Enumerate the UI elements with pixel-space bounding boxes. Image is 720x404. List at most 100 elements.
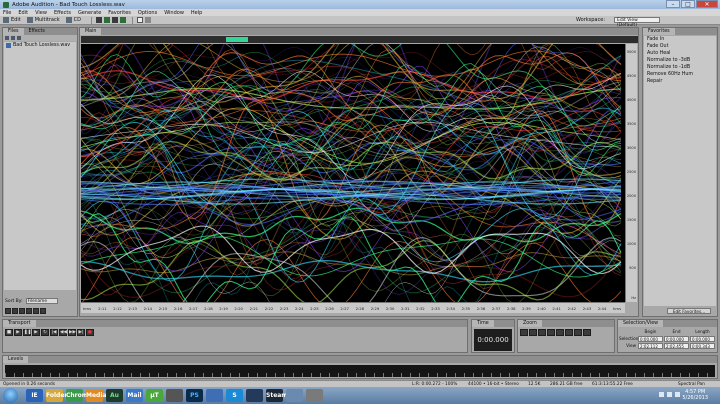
record-button[interactable]: ● xyxy=(86,329,94,336)
favorite-fade-out[interactable]: Fade Out xyxy=(644,43,716,50)
menu-file[interactable]: File xyxy=(3,10,11,16)
zoom-left-edge-icon[interactable] xyxy=(556,329,564,336)
phase-tool-icon[interactable] xyxy=(119,17,126,23)
tab-main[interactable]: Main xyxy=(80,28,102,35)
tab-transport[interactable]: Transport xyxy=(3,320,36,327)
mail-icon[interactable]: Mail xyxy=(126,389,143,402)
goto-start-button[interactable]: |◀ xyxy=(50,329,58,336)
app-icon-4[interactable] xyxy=(286,389,303,402)
taskbar-clock[interactable]: 4:57 PM 5/26/2013 xyxy=(682,389,708,401)
favorite-normalize-1db[interactable]: Normalize to -1dB xyxy=(644,64,716,71)
audition-taskbar-icon[interactable]: Au xyxy=(106,389,123,402)
cd-button[interactable]: CD xyxy=(74,17,81,23)
show-midi-icon[interactable] xyxy=(26,308,32,314)
sort-dropdown[interactable]: Filename xyxy=(25,298,58,304)
zoom-out-vertical-icon[interactable] xyxy=(583,329,591,336)
menu-generate[interactable]: Generate xyxy=(78,10,101,16)
menu-edit[interactable]: Edit xyxy=(18,10,28,16)
waveform-tool-icon[interactable] xyxy=(95,17,102,23)
favorite-remove-hum[interactable]: Remove 60Hz Hum xyxy=(644,71,716,78)
menu-view[interactable]: View xyxy=(35,10,47,16)
loop-button[interactable]: ↻ xyxy=(41,329,49,336)
overview-range-handle[interactable] xyxy=(226,37,248,42)
tray-flag-icon[interactable] xyxy=(675,392,680,397)
photoshop-icon[interactable]: PS xyxy=(186,389,203,402)
spectral-tool-icon[interactable] xyxy=(103,17,110,23)
time-selection-tool-icon[interactable] xyxy=(136,17,143,23)
zoom-out-horizontal-icon[interactable] xyxy=(529,329,537,336)
full-path-icon[interactable] xyxy=(40,308,46,314)
steam-icon[interactable]: Steam xyxy=(266,389,288,402)
play-to-end-button[interactable]: ▶ xyxy=(32,329,40,336)
start-button[interactable] xyxy=(3,388,18,403)
favorite-fade-in[interactable]: Fade In xyxy=(644,36,716,43)
zoom-to-selection-icon[interactable] xyxy=(547,329,555,336)
media-player-icon[interactable]: Media xyxy=(86,389,106,402)
tab-zoom[interactable]: Zoom xyxy=(518,320,542,327)
pan-tool-icon[interactable] xyxy=(111,17,118,23)
overview-bar[interactable] xyxy=(81,36,638,43)
view-end-field[interactable]: 2:02.455 xyxy=(664,342,689,349)
list-item[interactable]: Bad Touch Lossless.wav xyxy=(4,42,76,49)
tab-levels[interactable]: Levels xyxy=(3,356,29,363)
close-button[interactable]: ✕ xyxy=(696,0,718,8)
favorite-repair[interactable]: Repair xyxy=(644,78,716,85)
show-audio-icon[interactable] xyxy=(5,308,11,314)
menu-favorites[interactable]: Favorites xyxy=(108,10,131,16)
app-icon-3[interactable] xyxy=(246,389,263,402)
hand-tool-icon[interactable] xyxy=(144,17,151,23)
rewind-button[interactable]: ◀◀ xyxy=(59,329,67,336)
pause-button[interactable]: ❚❚ xyxy=(23,329,32,336)
goto-end-button[interactable]: ▶| xyxy=(77,329,85,336)
multitrack-button[interactable]: Multitrack xyxy=(35,17,60,23)
show-loop-icon[interactable] xyxy=(12,308,18,314)
favorite-normalize-3db[interactable]: Normalize to -3dB xyxy=(644,57,716,64)
chrome-icon[interactable]: Chrome xyxy=(66,389,92,402)
tab-favorites[interactable]: Favorites xyxy=(643,28,675,35)
close-file-icon[interactable] xyxy=(17,36,21,40)
utorrent-icon[interactable]: μT xyxy=(146,389,163,402)
frequency-scale[interactable]: Hz 5000 4500 4000 3500 3000 2500 2000 1500 1000 5… xyxy=(625,44,637,302)
app-icon-5[interactable] xyxy=(306,389,323,402)
internet-explorer-icon[interactable]: IE xyxy=(26,389,43,402)
zoom-out-full-icon[interactable] xyxy=(538,329,546,336)
folder-icon[interactable]: Folder xyxy=(46,389,67,402)
tab-files[interactable]: Files xyxy=(3,28,24,35)
open-file-icon[interactable] xyxy=(5,36,9,40)
zoom-in-horizontal-icon[interactable] xyxy=(520,329,528,336)
selection-begin-field[interactable]: 0:00.000 xyxy=(638,335,663,342)
menu-window[interactable]: Window xyxy=(164,10,184,16)
tray-volume-icon[interactable] xyxy=(667,392,672,397)
tray-network-icon[interactable] xyxy=(659,392,664,397)
menu-help[interactable]: Help xyxy=(191,10,202,16)
zoom-in-vertical-icon[interactable] xyxy=(574,329,582,336)
maximize-button[interactable]: □ xyxy=(681,0,695,8)
stop-button[interactable]: ■ xyxy=(5,329,13,336)
menu-options[interactable]: Options xyxy=(138,10,157,16)
skype-icon[interactable]: S xyxy=(226,389,243,402)
zoom-right-edge-icon[interactable] xyxy=(565,329,573,336)
favorite-auto-heal[interactable]: Auto Heal xyxy=(644,50,716,57)
fast-forward-button[interactable]: ▶▶ xyxy=(68,329,76,336)
edit-view-icon[interactable] xyxy=(3,17,9,23)
view-begin-field[interactable]: 2:02.112 xyxy=(638,342,663,349)
view-length-field[interactable]: 0:00.343 xyxy=(690,342,715,349)
import-file-icon[interactable] xyxy=(11,36,15,40)
edit-favorites-button[interactable]: Edit Favorites... xyxy=(667,308,711,314)
autoplay-icon[interactable] xyxy=(33,308,39,314)
workspace-dropdown[interactable]: Edit View (Default) xyxy=(614,17,660,28)
tab-effects[interactable]: Effects xyxy=(24,28,50,35)
show-video-icon[interactable] xyxy=(19,308,25,314)
play-button[interactable]: ▶ xyxy=(14,329,22,336)
app-icon[interactable] xyxy=(166,389,183,402)
multitrack-icon[interactable] xyxy=(26,17,33,23)
spectral-pan-display[interactable] xyxy=(81,44,625,302)
edit-view-button[interactable]: Edit xyxy=(11,17,21,23)
selection-length-field[interactable]: 0:00.000 xyxy=(690,335,715,342)
menu-effects[interactable]: Effects xyxy=(54,10,71,16)
app-icon-2[interactable] xyxy=(206,389,223,402)
cd-icon[interactable] xyxy=(65,17,72,23)
tab-time[interactable]: Time xyxy=(472,320,494,327)
time-ruler[interactable]: hms 2:11 2:12 2:13 2:14 2:15 2:16 2:17 2:18 2:19 2… xyxy=(81,302,625,313)
tab-selection-view[interactable]: Selection/View xyxy=(618,320,664,327)
